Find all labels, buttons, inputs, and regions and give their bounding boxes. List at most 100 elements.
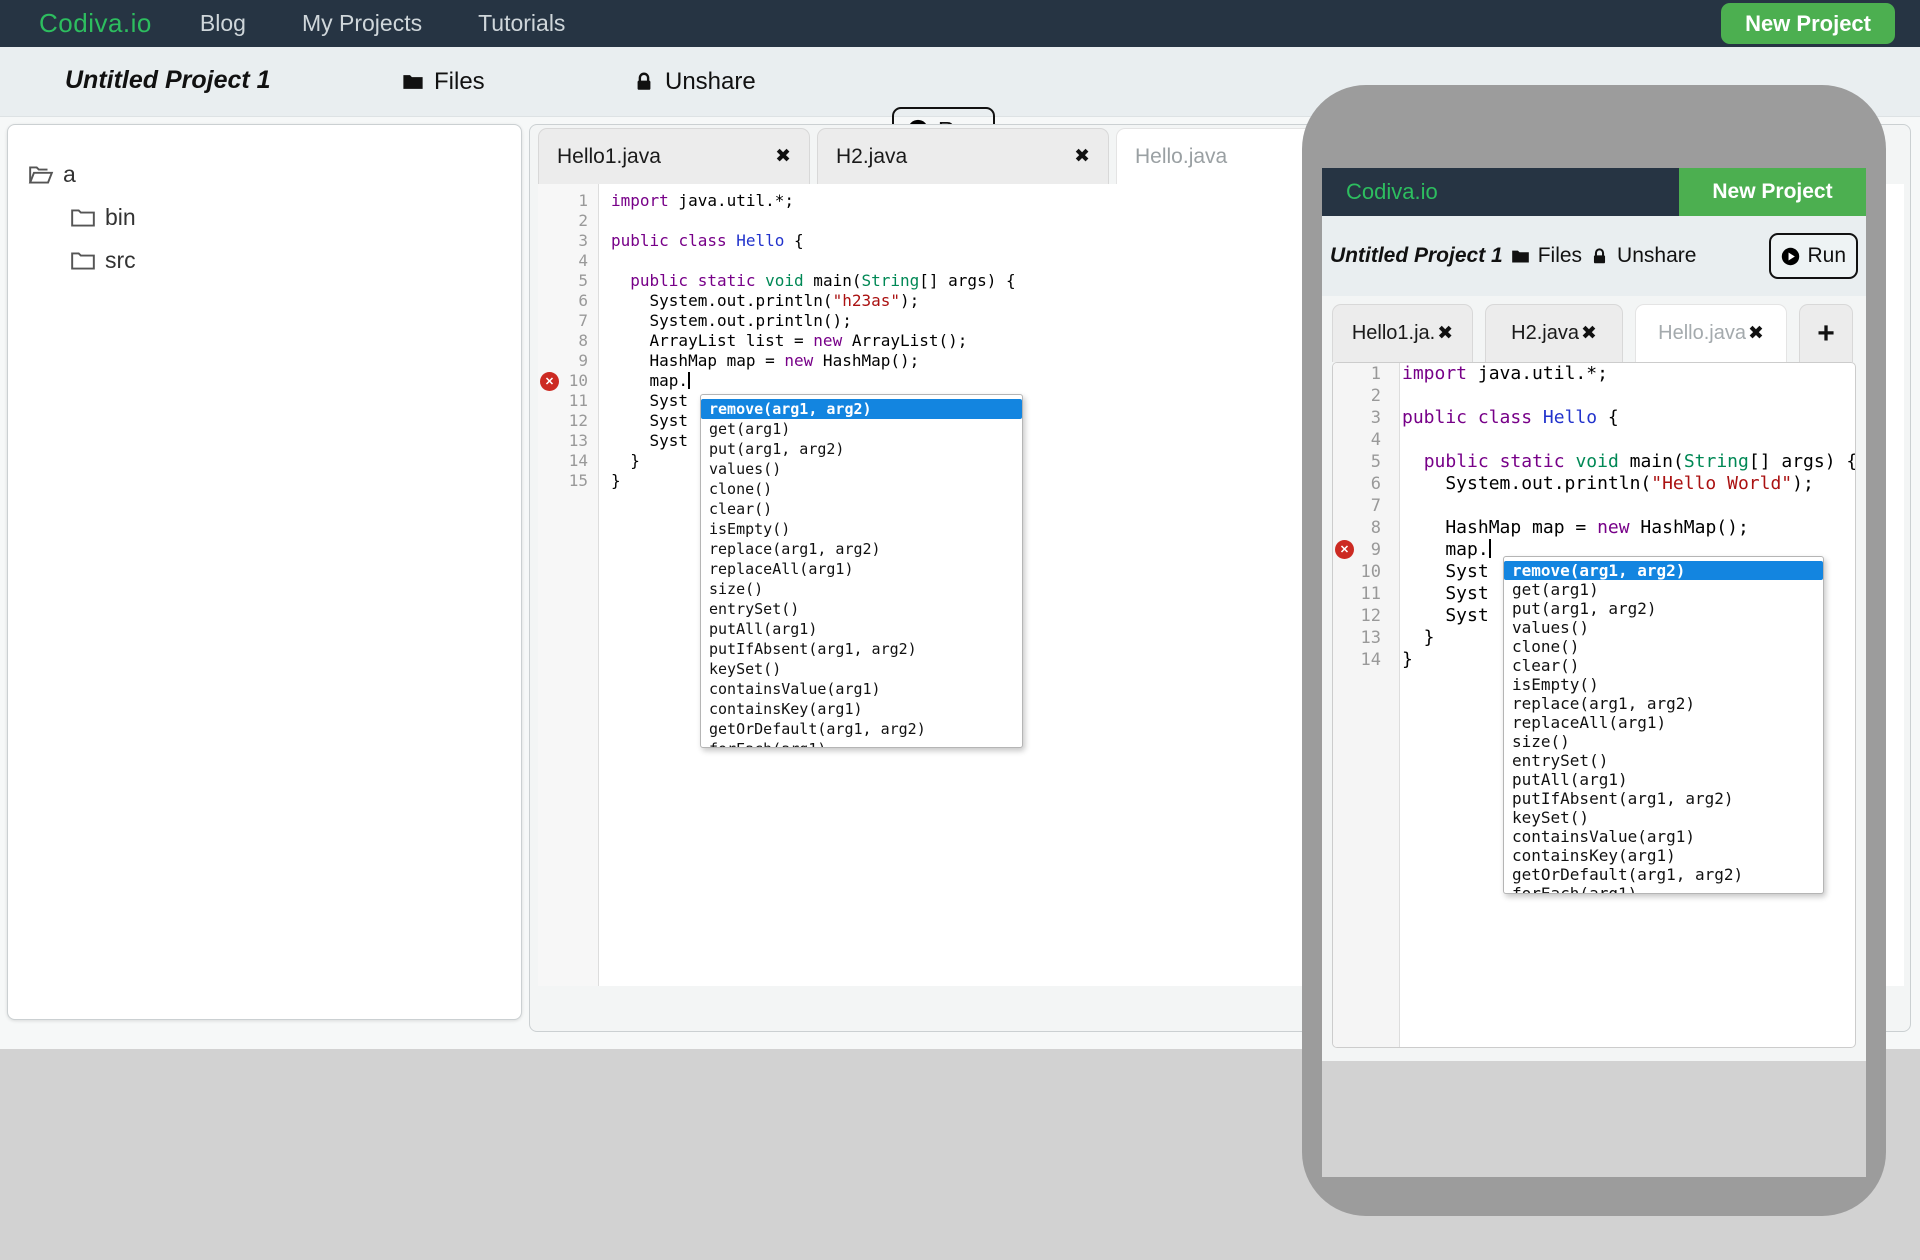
line-number: 14 (538, 451, 598, 471)
autocomplete-item-values[interactable]: values() (701, 459, 1022, 479)
text-cursor (1489, 539, 1491, 558)
tree-item-src[interactable]: src (8, 239, 521, 282)
token (1565, 451, 1576, 472)
autocomplete-item-size[interactable]: size() (701, 579, 1022, 599)
tree-item-a[interactable]: a (8, 153, 521, 196)
autocomplete-item-clear[interactable]: clear() (701, 499, 1022, 519)
code-text: } (1391, 649, 1413, 671)
token: main( (804, 271, 862, 290)
error-marker-icon[interactable]: ✕ (1335, 540, 1354, 559)
autocomplete-item-get-arg1[interactable]: get(arg1) (701, 419, 1022, 439)
token (1467, 407, 1478, 428)
phone-screen: Codiva.io New Project Untitled Project 1… (1322, 168, 1866, 1177)
autocomplete-item-getordefault-arg1-arg2[interactable]: getOrDefault(arg1, arg2) (1504, 865, 1823, 884)
autocomplete-item-replace-arg1-arg2[interactable]: replace(arg1, arg2) (701, 539, 1022, 559)
token (727, 231, 737, 250)
token (688, 271, 698, 290)
autocomplete-item-replace-arg1-arg2[interactable]: replace(arg1, arg2) (1504, 694, 1823, 713)
token (1489, 451, 1500, 472)
line-number: 13 (1333, 627, 1391, 649)
autocomplete-item-getordefault-arg1-arg2[interactable]: getOrDefault(arg1, arg2) (701, 719, 1022, 739)
autocomplete-item-put-arg1-arg2[interactable]: put(arg1, arg2) (1504, 599, 1823, 618)
tab-h2-java[interactable]: H2.java✖ (817, 128, 1109, 184)
folder-icon[interactable] (1511, 247, 1530, 266)
autocomplete-item-isempty[interactable]: isEmpty() (1504, 675, 1823, 694)
token-ty: void (765, 271, 804, 290)
autocomplete-item-containsvalue-arg1[interactable]: containsValue(arg1) (1504, 827, 1823, 846)
close-tab-icon[interactable]: ✖ (775, 147, 791, 166)
close-tab-icon[interactable]: ✖ (1581, 324, 1597, 343)
tab-label: Hello.java (1658, 322, 1746, 345)
new-tab-button[interactable]: + (1799, 304, 1853, 362)
phone-brand-logo[interactable]: Codiva.io (1346, 168, 1438, 216)
autocomplete-item-keyset[interactable]: keySet() (1504, 808, 1823, 827)
line-number: 11 (538, 391, 598, 411)
token: System.out.println( (1402, 473, 1651, 494)
phone-new-project-button[interactable]: New Project (1679, 168, 1866, 216)
new-project-button[interactable]: New Project (1721, 3, 1895, 44)
tab-hello1-java[interactable]: Hello1.java✖ (538, 128, 810, 184)
token: } (1402, 649, 1413, 670)
autocomplete-item-foreach-arg1[interactable]: forEach(arg1) (1504, 884, 1823, 894)
token-str: "Hello World" (1651, 473, 1792, 494)
autocomplete-item-clone[interactable]: clone() (1504, 637, 1823, 656)
autocomplete-item-replaceall-arg1[interactable]: replaceAll(arg1) (701, 559, 1022, 579)
token (756, 271, 766, 290)
tab-hello-java[interactable]: Hello.java✖ (1635, 304, 1787, 362)
close-tab-icon[interactable]: ✖ (1437, 324, 1453, 343)
autocomplete-item-putall-arg1[interactable]: putAll(arg1) (1504, 770, 1823, 789)
autocomplete-item-containsvalue-arg1[interactable]: containsValue(arg1) (701, 679, 1022, 699)
autocomplete-item-entryset[interactable]: entrySet() (701, 599, 1022, 619)
token: ); (1792, 473, 1814, 494)
autocomplete-item-putifabsent-arg1-arg2[interactable]: putIfAbsent(arg1, arg2) (701, 639, 1022, 659)
token-kw: static (1500, 451, 1565, 472)
token-kw: public (1402, 407, 1467, 428)
phone-files-label[interactable]: Files (1538, 244, 1582, 268)
phone-unshare-label[interactable]: Unshare (1617, 244, 1696, 268)
autocomplete-item-entryset[interactable]: entrySet() (1504, 751, 1823, 770)
line-number: 12 (538, 411, 598, 431)
unshare-button[interactable]: Unshare (633, 47, 756, 116)
phone-run-button[interactable]: Run (1769, 233, 1858, 279)
files-button[interactable]: Files (402, 47, 485, 116)
close-tab-icon[interactable]: ✖ (1074, 147, 1090, 166)
autocomplete-item-isempty[interactable]: isEmpty() (701, 519, 1022, 539)
code-text: public static void main(String[] args) { (1391, 451, 1856, 473)
autocomplete-item-clone[interactable]: clone() (701, 479, 1022, 499)
lock-icon[interactable] (1590, 247, 1609, 266)
autocomplete-item-remove-arg1-arg2[interactable]: remove(arg1, arg2) (701, 399, 1022, 419)
tab-h2-java[interactable]: H2.java✖ (1485, 304, 1623, 362)
autocomplete-item-putall-arg1[interactable]: putAll(arg1) (701, 619, 1022, 639)
close-tab-icon[interactable]: ✖ (1748, 324, 1764, 343)
autocomplete-item-get-arg1[interactable]: get(arg1) (1504, 580, 1823, 599)
nav-link-tutorials[interactable]: Tutorials (478, 10, 565, 37)
tree-item-bin[interactable]: bin (8, 196, 521, 239)
nav-link-blog[interactable]: Blog (200, 10, 246, 37)
autocomplete-item-replaceall-arg1[interactable]: replaceAll(arg1) (1504, 713, 1823, 732)
token: map. (1402, 539, 1489, 560)
autocomplete-item-values[interactable]: values() (1504, 618, 1823, 637)
autocomplete-item-putifabsent-arg1-arg2[interactable]: putIfAbsent(arg1, arg2) (1504, 789, 1823, 808)
autocomplete-item-put-arg1-arg2[interactable]: put(arg1, arg2) (701, 439, 1022, 459)
autocomplete-item-containskey-arg1[interactable]: containsKey(arg1) (1504, 846, 1823, 865)
token: [] args) { (1749, 451, 1856, 472)
token: Syst (1402, 561, 1489, 582)
lock-icon (633, 71, 655, 93)
token-kw: static (698, 271, 756, 290)
autocomplete-item-keyset[interactable]: keySet() (701, 659, 1022, 679)
autocomplete-item-containskey-arg1[interactable]: containsKey(arg1) (701, 699, 1022, 719)
folder-icon (70, 248, 96, 274)
code-line: 4 (1333, 429, 1855, 451)
autocomplete-item-remove-arg1-arg2[interactable]: remove(arg1, arg2) (1504, 561, 1823, 580)
navbar-links: Blog My Projects Tutorials (200, 10, 566, 37)
tab-hello1-ja[interactable]: Hello1.ja.✖ (1332, 304, 1473, 362)
autocomplete-item-size[interactable]: size() (1504, 732, 1823, 751)
error-marker-icon[interactable]: ✕ (540, 372, 559, 391)
phone-run-label: Run (1807, 244, 1846, 268)
brand-logo[interactable]: Codiva.io (39, 8, 152, 39)
token-kw: public (1424, 451, 1489, 472)
autocomplete-item-clear[interactable]: clear() (1504, 656, 1823, 675)
code-text: import java.util.*; (598, 191, 794, 211)
autocomplete-item-foreach-arg1[interactable]: forEach(arg1) (701, 739, 1022, 748)
nav-link-my-projects[interactable]: My Projects (302, 10, 422, 37)
